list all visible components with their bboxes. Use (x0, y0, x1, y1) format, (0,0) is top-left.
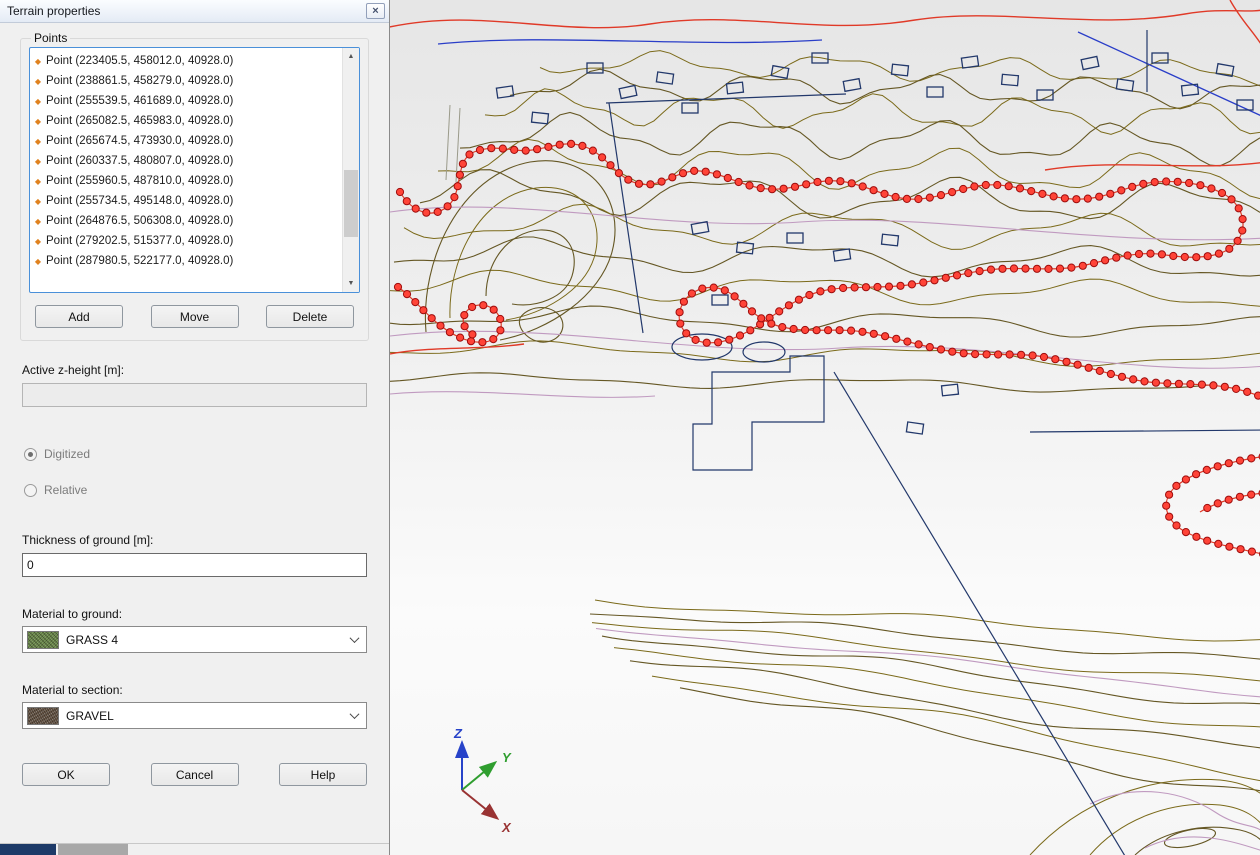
dialog-titlebar[interactable]: Terrain properties × (0, 0, 389, 23)
active-z-input (22, 383, 367, 407)
help-button[interactable]: Help (279, 763, 367, 786)
map-viewport[interactable]: Z Y X (390, 0, 1260, 855)
scroll-up-icon: ▲ (348, 53, 355, 60)
radio-relative[interactable]: Relative (24, 483, 365, 497)
axis-triad-icon: Z Y X (453, 726, 512, 835)
material-section-dropdown-button[interactable] (342, 703, 366, 728)
scrollbar-thumb[interactable] (344, 170, 358, 237)
add-button[interactable]: Add (35, 305, 123, 328)
structure-lines (606, 30, 1260, 855)
cancel-button[interactable]: Cancel (151, 763, 239, 786)
point-label: Point (265082.5, 465983.0, 40928.0) (46, 115, 233, 127)
point-bullet-icon: ◆ (30, 97, 46, 106)
scroll-down-button[interactable]: ▼ (343, 275, 359, 292)
points-list: ◆Point (223405.5, 458012.0, 40928.0)◆Poi… (30, 48, 342, 292)
scroll-down-icon: ▼ (348, 280, 355, 287)
grass-material-swatch (27, 631, 59, 649)
application-window: Terrain properties × Points ◆Point (2234… (0, 0, 1260, 855)
point-label: Point (238861.5, 458279.0, 40928.0) (46, 75, 233, 87)
chevron-down-icon (349, 633, 359, 643)
terrain-detail-lines (425, 105, 1260, 855)
points-actions: Add Move Delete (29, 293, 360, 330)
material-section-select[interactable]: GRAVEL (22, 702, 367, 729)
point-label: Point (264876.5, 506308.0, 40928.0) (46, 215, 233, 227)
points-listbox[interactable]: ◆Point (223405.5, 458012.0, 40928.0)◆Poi… (29, 47, 360, 293)
chevron-down-icon (349, 709, 359, 719)
point-label: Point (265674.5, 473930.0, 40928.0) (46, 135, 233, 147)
ok-button[interactable]: OK (22, 763, 110, 786)
radio-relative-label: Relative (44, 483, 87, 497)
material-section-value: GRAVEL (66, 709, 342, 723)
axis-z-label: Z (453, 726, 463, 741)
point-bullet-icon: ◆ (30, 117, 46, 126)
point-label: Point (279202.5, 515377.0, 40928.0) (46, 235, 233, 247)
thickness-input[interactable] (22, 553, 367, 577)
delete-button[interactable]: Delete (266, 305, 354, 328)
point-list-item[interactable]: ◆Point (223405.5, 458012.0, 40928.0) (30, 51, 342, 71)
point-bullet-icon: ◆ (30, 177, 46, 186)
point-label: Point (260337.5, 480807.0, 40928.0) (46, 155, 233, 167)
scrollbar-track[interactable] (343, 65, 359, 275)
points-group-label: Points (31, 31, 70, 45)
material-ground-label: Material to ground: (22, 607, 367, 621)
material-ground-select[interactable]: GRASS 4 (22, 626, 367, 653)
radio-digitized[interactable]: Digitized (24, 447, 365, 461)
point-bullet-icon: ◆ (30, 137, 46, 146)
point-bullet-icon: ◆ (30, 257, 46, 266)
radio-relative-circle (24, 484, 37, 497)
bottom-tab-active[interactable] (0, 844, 56, 855)
active-z-label: Active z-height [m]: (22, 363, 367, 377)
point-bullet-icon: ◆ (30, 217, 46, 226)
dialog-title: Terrain properties (7, 4, 366, 18)
point-list-item[interactable]: ◆Point (265082.5, 465983.0, 40928.0) (30, 111, 342, 131)
point-list-item[interactable]: ◆Point (264876.5, 506308.0, 40928.0) (30, 211, 342, 231)
material-ground-dropdown-button[interactable] (342, 627, 366, 652)
dialog-body: Points ◆Point (223405.5, 458012.0, 40928… (0, 23, 389, 843)
point-list-item[interactable]: ◆Point (255539.5, 461689.0, 40928.0) (30, 91, 342, 111)
point-list-item[interactable]: ◆Point (255960.5, 487810.0, 40928.0) (30, 171, 342, 191)
radio-digitized-label: Digitized (44, 447, 90, 461)
scroll-up-button[interactable]: ▲ (343, 48, 359, 65)
point-label: Point (255734.5, 495148.0, 40928.0) (46, 195, 233, 207)
terrain-map-canvas[interactable]: Z Y X (390, 0, 1260, 855)
point-bullet-icon: ◆ (30, 237, 46, 246)
point-list-item[interactable]: ◆Point (265674.5, 473930.0, 40928.0) (30, 131, 342, 151)
thickness-label: Thickness of ground [m]: (22, 533, 367, 547)
point-list-item[interactable]: ◆Point (260337.5, 480807.0, 40928.0) (30, 151, 342, 171)
point-label: Point (255539.5, 461689.0, 40928.0) (46, 95, 233, 107)
auxiliary-boundary-lines (390, 207, 1260, 852)
dialog-footer: OK Cancel Help (22, 763, 367, 786)
point-bullet-icon: ◆ (30, 197, 46, 206)
points-scrollbar[interactable]: ▲ ▼ (342, 48, 359, 292)
points-group: Points ◆Point (223405.5, 458012.0, 40928… (20, 31, 369, 341)
material-section-label: Material to section: (22, 683, 367, 697)
axis-y-label: Y (502, 750, 512, 765)
point-bullet-icon: ◆ (30, 77, 46, 86)
radio-digitized-circle (24, 448, 37, 461)
panel-bottom-strip (0, 843, 389, 855)
point-list-item[interactable]: ◆Point (238861.5, 458279.0, 40928.0) (30, 71, 342, 91)
move-button[interactable]: Move (151, 305, 239, 328)
point-label: Point (255960.5, 487810.0, 40928.0) (46, 175, 233, 187)
bottom-tab[interactable] (58, 844, 128, 855)
axis-x-label: X (501, 820, 512, 835)
close-icon: × (372, 6, 378, 17)
gravel-material-swatch (27, 707, 59, 725)
water-lines (438, 32, 1260, 118)
point-list-item[interactable]: ◆Point (255734.5, 495148.0, 40928.0) (30, 191, 342, 211)
material-ground-value: GRASS 4 (66, 633, 342, 647)
terrain-properties-panel: Terrain properties × Points ◆Point (2234… (0, 0, 390, 855)
point-list-item[interactable]: ◆Point (287980.5, 522177.0, 40928.0) (30, 251, 342, 271)
point-bullet-icon: ◆ (30, 57, 46, 66)
point-label: Point (223405.5, 458012.0, 40928.0) (46, 55, 233, 67)
point-bullet-icon: ◆ (30, 157, 46, 166)
point-label: Point (287980.5, 522177.0, 40928.0) (46, 255, 233, 267)
close-button[interactable]: × (366, 3, 385, 19)
point-list-item[interactable]: ◆Point (279202.5, 515377.0, 40928.0) (30, 231, 342, 251)
contour-lines (390, 51, 1260, 792)
